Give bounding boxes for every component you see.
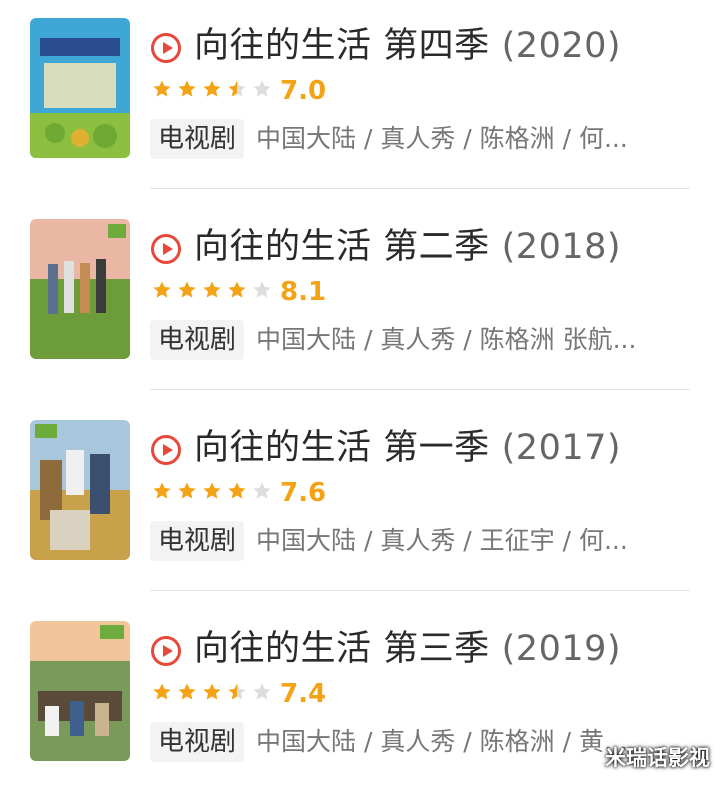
item-title[interactable]: 向往的生活 第三季 (2019)	[194, 623, 621, 675]
star-icon	[203, 281, 221, 298]
list-item[interactable]: 向往的生活 第一季 (2017) 7.6 电视剧 中国大陆 / 真人秀 / 王征宇…	[0, 402, 720, 602]
list-item[interactable]: 向往的生活 第四季 (2020) 7.0 电视剧 中国大陆 / 真人秀 / 陈格洲…	[0, 0, 720, 200]
star-icon	[253, 683, 271, 700]
category-tag: 电视剧	[150, 119, 245, 159]
play-circle-icon	[151, 33, 181, 63]
star-rating	[152, 79, 277, 103]
play-circle-icon	[151, 435, 181, 465]
star-icon	[203, 683, 221, 700]
rating-score: 7.4	[280, 679, 327, 709]
star-icon	[153, 482, 171, 499]
divider	[150, 590, 690, 591]
star-rating	[152, 682, 277, 706]
star-icon	[228, 281, 246, 298]
category-tag: 电视剧	[150, 722, 245, 762]
play-circle-icon	[151, 636, 181, 666]
poster-image[interactable]	[30, 18, 130, 158]
star-rating	[152, 280, 277, 304]
item-meta: 中国大陆 / 真人秀 / 陈格洲 张航...	[256, 325, 637, 354]
item-meta: 中国大陆 / 真人秀 / 王征宇 / 何...	[256, 526, 628, 555]
poster-image[interactable]	[30, 420, 130, 560]
star-icon	[228, 683, 246, 700]
watermark-text: 米瑞话影视	[605, 746, 710, 770]
poster-image[interactable]	[30, 621, 130, 761]
star-icon	[253, 80, 271, 97]
star-icon	[203, 482, 221, 499]
list-item[interactable]: 向往的生活 第二季 (2018) 8.1 电视剧 中国大陆 / 真人秀 / 陈格洲…	[0, 201, 720, 401]
play-circle-icon	[151, 234, 181, 264]
star-icon	[178, 281, 196, 298]
category-tag: 电视剧	[150, 320, 245, 360]
item-meta: 中国大陆 / 真人秀 / 陈格洲 / 何...	[256, 124, 628, 153]
item-title[interactable]: 向往的生活 第二季 (2018)	[194, 221, 621, 273]
item-title[interactable]: 向往的生活 第一季 (2017)	[194, 422, 621, 474]
poster-image[interactable]	[30, 219, 130, 359]
rating-score: 7.0	[280, 76, 327, 106]
star-icon	[228, 80, 246, 97]
star-icon	[228, 482, 246, 499]
star-icon	[203, 80, 221, 97]
star-icon	[178, 482, 196, 499]
star-rating	[152, 481, 277, 505]
list-item[interactable]: 向往的生活 第三季 (2019) 7.4 电视剧 中国大陆 / 真人秀 / 陈格洲…	[0, 603, 720, 803]
rating-score: 8.1	[280, 277, 327, 307]
category-tag: 电视剧	[150, 521, 245, 561]
star-icon	[153, 281, 171, 298]
star-icon	[253, 482, 271, 499]
star-icon	[153, 80, 171, 97]
rating-score: 7.6	[280, 478, 327, 508]
divider	[150, 389, 690, 390]
star-icon	[178, 683, 196, 700]
item-title[interactable]: 向往的生活 第四季 (2020)	[194, 20, 621, 72]
star-icon	[178, 80, 196, 97]
divider	[150, 188, 690, 189]
star-icon	[253, 281, 271, 298]
star-icon	[153, 683, 171, 700]
